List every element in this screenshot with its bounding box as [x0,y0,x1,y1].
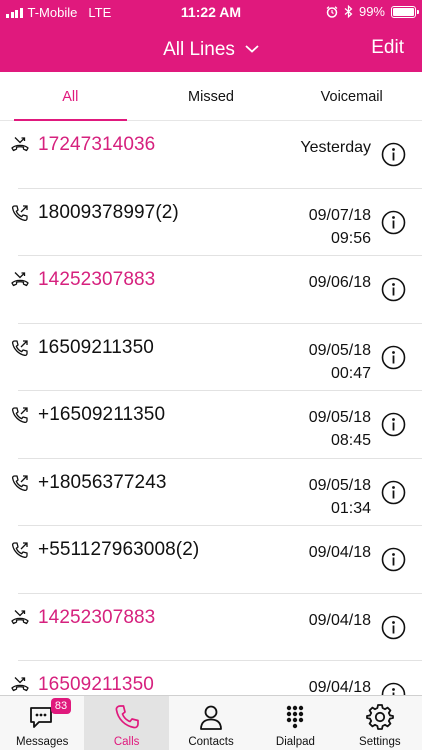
call-date: 09/04/18 [308,544,371,561]
call-log-row[interactable]: +18056377243 09/05/18 01:34 [0,459,422,527]
info-icon[interactable] [381,345,406,370]
missed-call-icon [11,272,29,287]
call-timestamp: Yesterday [300,136,371,159]
call-log-row[interactable]: 18009378997(2) 09/07/18 09:56 [0,189,422,257]
call-log-row[interactable]: +16509211350 09/05/18 08:45 [0,391,422,459]
call-date: Yesterday [300,139,371,156]
tab-missed[interactable]: Missed [141,72,282,120]
outgoing-call-icon [11,407,28,424]
call-timestamp: 09/07/18 09:56 [309,204,371,250]
info-icon[interactable] [381,277,406,302]
person-icon [200,705,222,730]
call-time: 09:56 [330,229,371,247]
tab-dialpad[interactable]: Dialpad [253,696,337,750]
tab-contacts[interactable]: Contacts [169,696,253,750]
info-icon[interactable] [381,210,406,235]
tab-settings[interactable]: Settings [338,696,422,750]
caller-number: 14252307883 [38,606,156,628]
tab-dialpad-label: Dialpad [275,736,315,748]
bluetooth-icon [344,5,353,18]
call-time: 00:47 [330,364,371,382]
tab-calls[interactable]: Calls [84,696,169,750]
missed-call-icon [11,137,29,152]
call-date: 09/07/18 [308,206,371,224]
tab-voicemail[interactable]: Voicemail [281,72,422,120]
missed-call-icon [11,677,29,692]
call-date: 09/06/18 [308,274,371,291]
edit-button[interactable]: Edit [371,37,404,59]
call-log-row[interactable]: 16509211350 09/04/18 [0,661,422,695]
call-timestamp: 09/04/18 [309,541,371,564]
call-date: 09/05/18 [308,409,371,426]
info-icon[interactable] [381,682,406,695]
info-icon[interactable] [381,480,406,505]
dialpad-icon [287,705,304,729]
call-log-row[interactable]: +551127963008(2) 09/04/18 [0,526,422,594]
tab-messages[interactable]: 83 Messages [0,696,84,750]
unread-badge: 83 [51,698,71,714]
gear-icon [365,704,394,730]
info-icon[interactable] [381,547,406,572]
call-log-row[interactable]: 14252307883 09/06/18 [0,256,422,324]
lines-selector[interactable]: All Lines [0,37,422,61]
call-date: 09/05/18 [308,476,371,494]
call-log-row[interactable]: 14252307883 09/04/18 [0,594,422,662]
missed-call-icon [11,609,29,624]
caller-number: 14252307883 [38,269,156,290]
caller-number: +18056377243 [38,471,167,493]
tab-settings-label: Settings [359,736,401,748]
call-log-row[interactable]: 17247314036 Yesterday [0,121,422,189]
call-date: 09/04/18 [308,611,371,629]
phone-icon [115,705,139,729]
info-icon[interactable] [381,142,406,167]
tab-all[interactable]: All [0,72,141,121]
call-timestamp: 09/04/18 [309,609,371,632]
tab-messages-label: Messages [15,736,69,748]
chevron-down-icon [245,37,259,59]
call-filter-tabs: All Missed Voicemail [0,72,422,121]
tab-calls-label: Calls [113,736,140,748]
outgoing-call-icon [11,204,28,221]
outgoing-call-icon [11,474,28,491]
call-date: 09/04/18 [308,679,371,695]
app-header: T-Mobile LTE 11:22 AM 99% All Lines Edit [0,0,422,72]
battery-percent: 99% [358,4,385,19]
tab-contacts-label: Contacts [188,736,234,748]
call-timestamp: 09/04/18 [309,676,371,695]
call-timestamp: 09/05/18 00:47 [309,339,371,385]
call-timestamp: 09/05/18 08:45 [309,406,371,452]
call-date: 09/05/18 [308,341,371,359]
caller-number: +551127963008(2) [38,539,200,560]
caller-number: 18009378997(2) [38,201,179,223]
call-time: 01:34 [330,499,371,517]
alarm-clock-icon [326,5,338,18]
call-timestamp: 09/05/18 01:34 [309,474,371,520]
status-bar: T-Mobile LTE 11:22 AM 99% [0,0,422,24]
battery-icon [391,5,419,18]
outgoing-call-icon [11,542,28,559]
call-log-row[interactable]: 16509211350 09/05/18 00:47 [0,324,422,392]
outgoing-call-icon [11,339,28,356]
caller-number: +16509211350 [38,404,166,425]
caller-number: 17247314036 [38,134,156,155]
call-list: 17247314036 Yesterday 18009378997(2) 09/07/… [0,121,422,695]
caller-number: 16509211350 [38,674,154,695]
caller-number: 16509211350 [38,336,154,358]
bottom-tab-bar: 83 Messages Calls Contacts Dialpad Setti… [0,695,422,750]
page-title: All Lines [163,39,235,60]
call-timestamp: 09/06/18 [309,271,371,294]
call-time: 08:45 [330,432,371,449]
info-icon[interactable] [381,412,406,437]
info-icon[interactable] [381,615,406,640]
